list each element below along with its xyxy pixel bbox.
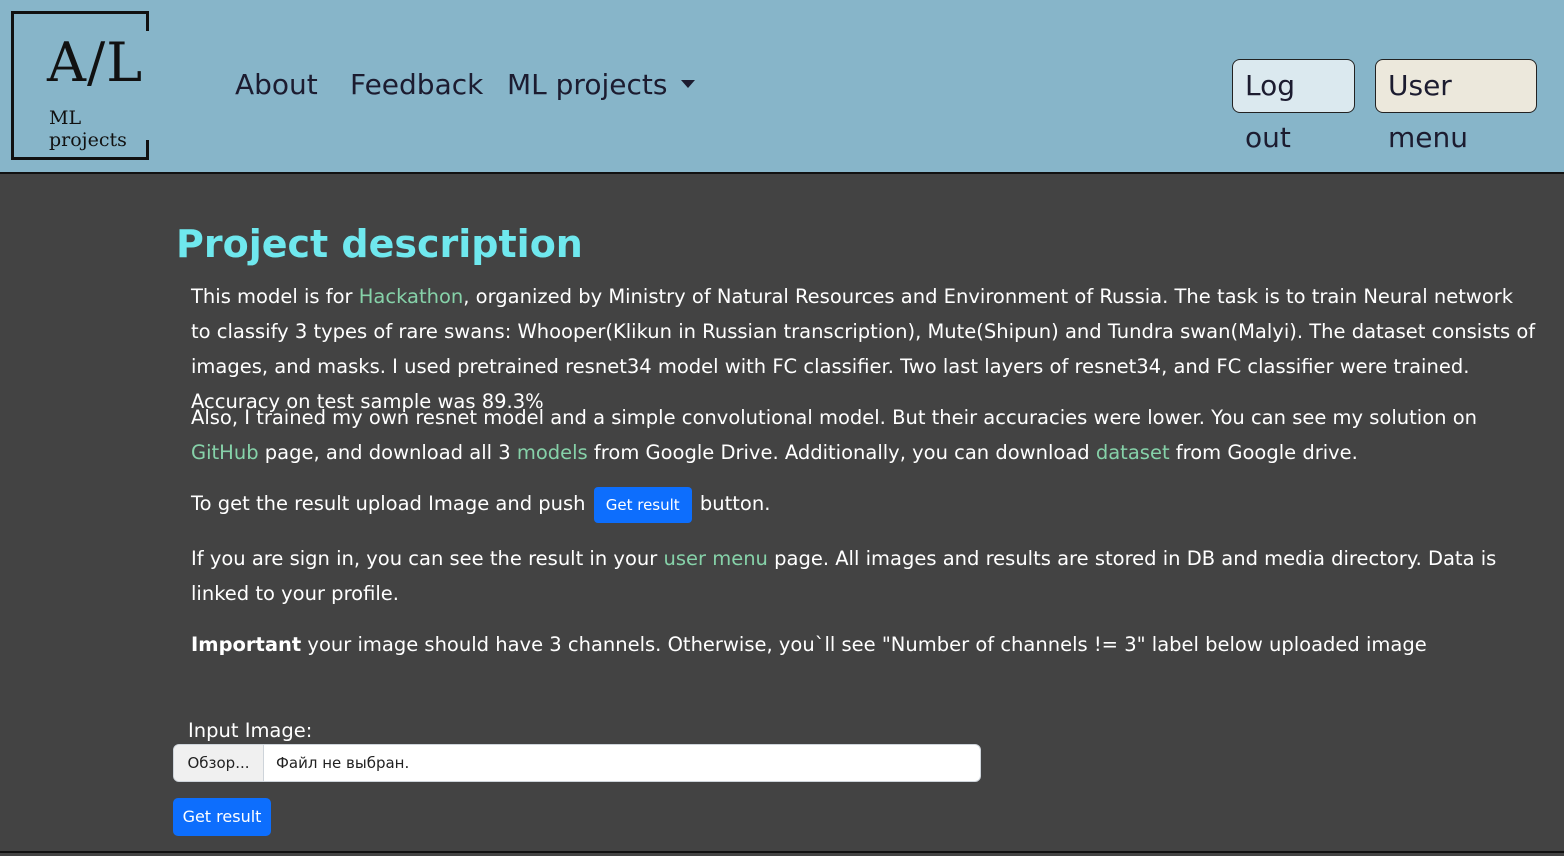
description-paragraph-2: Also, I trained my own resnet model and … [191, 400, 1536, 470]
page-title: Project description [176, 222, 583, 266]
logo-big-text: A/L [47, 31, 144, 94]
description-paragraph-3: To get the result upload Image and push … [191, 486, 1536, 523]
description-paragraph-5: Important your image should have 3 chann… [191, 627, 1536, 662]
models-link[interactable]: models [517, 441, 588, 464]
user-menu-link[interactable]: user menu [663, 547, 767, 570]
description-paragraph-4: If you are sign in, you can see the resu… [191, 541, 1536, 611]
p2-text-1: Also, I trained my own resnet model and … [191, 406, 1477, 429]
nav-about-link[interactable]: About [235, 68, 318, 101]
p2-text-3: from Google Drive. Additionally, you can… [587, 441, 1096, 464]
hackathon-link[interactable]: Hackathon [359, 285, 464, 308]
inline-get-result-button[interactable]: Get result [593, 486, 692, 523]
p1-text-1: This model is for [191, 285, 359, 308]
chevron-down-icon [681, 80, 696, 88]
logo-small-text: ML projects [49, 107, 127, 151]
site-logo[interactable]: A/L ML projects [11, 11, 151, 161]
p4-text-1: If you are sign in, you can see the resu… [191, 547, 664, 570]
footer-divider [0, 851, 1564, 853]
github-link[interactable]: GitHub [191, 441, 259, 464]
p5-text-1: your image should have 3 channels. Other… [301, 633, 1427, 656]
nav-ml-projects-label: ML projects [507, 68, 668, 101]
p3-text-1: To get the result upload Image and push [191, 492, 592, 515]
get-result-submit-button[interactable]: Get result [173, 798, 271, 836]
logout-button[interactable]: Log out [1232, 59, 1355, 154]
important-label: Important [191, 633, 302, 656]
file-name-text: Файл не выбран. [276, 754, 410, 772]
logo-frame-corner-top [146, 11, 149, 31]
navbar: A/L ML projects About Feedback ML projec… [0, 0, 1564, 174]
nav-ml-projects-dropdown[interactable]: ML projects [507, 68, 696, 101]
nav-feedback-link[interactable]: Feedback [350, 68, 483, 101]
file-input[interactable]: Обзор... Файл не выбран. [173, 744, 981, 782]
p2-text-4: from Google drive. [1169, 441, 1358, 464]
description-paragraph-1: This model is for Hackathon, organized b… [191, 279, 1536, 419]
p2-text-2: page, and download all 3 [258, 441, 517, 464]
browse-button[interactable]: Обзор... [174, 745, 264, 781]
dataset-link[interactable]: dataset [1096, 441, 1170, 464]
p3-text-2: button. [693, 492, 771, 515]
user-menu-button[interactable]: User menu [1375, 59, 1537, 154]
input-image-label: Input Image: [188, 719, 313, 742]
